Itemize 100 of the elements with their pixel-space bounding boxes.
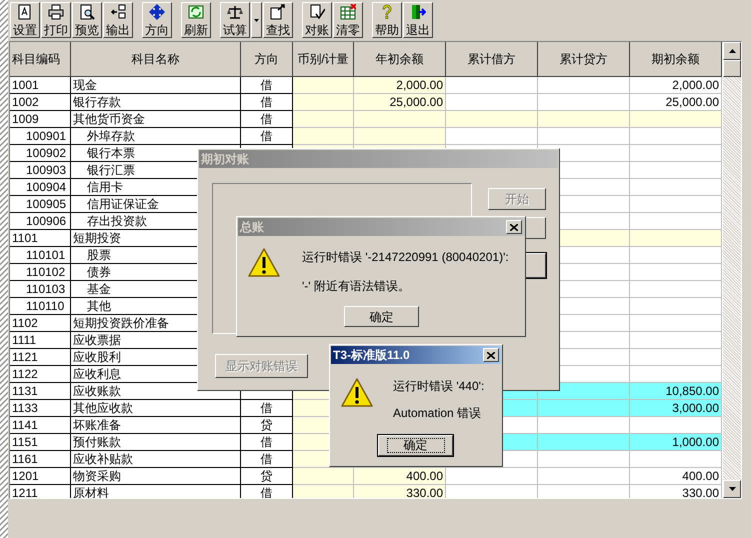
table-cell: 1122 (10, 366, 71, 383)
message-text: 运行时错误 '-2147220991 (80040201)': (302, 249, 509, 265)
table-cell: 1001 (10, 77, 71, 94)
table-cell (293, 94, 354, 111)
close-icon (487, 352, 495, 358)
table-cell: 1161 (10, 451, 71, 468)
message-text: Automation 错误 (393, 405, 482, 421)
dialog-title: 总账 (240, 219, 264, 236)
table-cell: 1131 (10, 383, 71, 400)
column-header[interactable]: 年初余额 (354, 42, 446, 77)
scroll-up-button[interactable] (723, 42, 741, 60)
toolbar-button[interactable]: 对账 (302, 2, 332, 38)
table-cell: 25,000.00 (630, 94, 722, 111)
table-cell: 借 (241, 434, 293, 451)
checklist-icon (309, 4, 325, 20)
table-cell: 借 (241, 77, 293, 94)
table-cell: 110103 (10, 281, 71, 298)
table-cell (293, 77, 354, 94)
table-cell: 100902 (10, 145, 71, 162)
close-button[interactable] (506, 220, 522, 234)
message-text: 运行时错误 '440': (393, 378, 484, 394)
table-cell: 3,000.00 (630, 400, 722, 417)
close-icon (510, 224, 518, 230)
table-cell: 100903 (10, 162, 71, 179)
table-cell: 外埠存款 (71, 128, 241, 145)
column-header[interactable]: 方向 (241, 42, 293, 77)
toolbar-button[interactable]: 试算 (220, 2, 250, 38)
table-cell: 预付账款 (71, 434, 241, 451)
table-cell: 10,850.00 (630, 383, 722, 400)
table-cell: 物资采购 (71, 468, 241, 485)
printer-icon (48, 4, 64, 20)
toolbar-button[interactable]: 输出 (103, 2, 133, 38)
table-cell: 2,000.00 (354, 77, 446, 94)
table-cell (293, 485, 354, 498)
column-header[interactable]: 累计贷方 (538, 42, 630, 77)
table-cell: 1201 (10, 468, 71, 485)
table-cell: 1211 (10, 485, 71, 498)
toolbar-button[interactable]: 查找 (263, 2, 293, 38)
up-arrow-icon (728, 49, 736, 53)
toolbar-button[interactable]: 刷新 (181, 2, 211, 38)
toolbar-button[interactable]: 帮助 (372, 2, 402, 38)
table-cell: 坏账准备 (71, 417, 241, 434)
down-arrow-icon (728, 487, 736, 491)
table-cell: 1,000.00 (630, 434, 722, 451)
toolbar-button[interactable]: 设置 (10, 2, 40, 38)
toolbar-button[interactable]: 方向 (142, 2, 172, 38)
column-header[interactable]: 科目编码 (10, 42, 71, 77)
table-cell: 贷 (241, 468, 293, 485)
table-cell: 借 (241, 111, 293, 128)
table-cell: 借 (241, 128, 293, 145)
caret-icon (254, 18, 259, 22)
toolbar-button[interactable]: 打印 (41, 2, 71, 38)
table-cell: 100905 (10, 196, 71, 213)
warning-icon (248, 248, 280, 278)
export-icon (110, 4, 126, 20)
table-cell: 其他货币资金 (71, 111, 241, 128)
table-cell: 现金 (71, 77, 241, 94)
document-icon (17, 4, 33, 20)
table-cell: 100904 (10, 179, 71, 196)
table-cell: 330.00 (354, 485, 446, 498)
balance-scale-icon (227, 4, 243, 20)
table-cell: 1009 (10, 111, 71, 128)
column-header[interactable]: 币别/计量 (293, 42, 354, 77)
preview-icon (79, 4, 95, 20)
toolbar-button[interactable]: 预览 (72, 2, 102, 38)
dialog-title: T3-标准版11.0 (333, 347, 410, 364)
grid-clear-icon (340, 4, 356, 20)
column-header[interactable]: 科目名称 (71, 42, 241, 77)
table-cell: 贷 (241, 417, 293, 434)
column-header[interactable]: 累计借方 (446, 42, 538, 77)
ok-button[interactable]: 确定 (344, 306, 419, 327)
table-cell (293, 128, 354, 145)
toolbar-button[interactable]: 退出 (403, 2, 433, 38)
table-cell: 1101 (10, 230, 71, 247)
search-icon (270, 4, 286, 20)
table-cell (293, 111, 354, 128)
table-cell: 25,000.00 (354, 94, 446, 111)
dropdown-button[interactable] (251, 2, 262, 38)
four-way-arrow-icon (149, 4, 165, 20)
close-button[interactable] (483, 348, 499, 362)
toolbar-button[interactable]: 清零 (333, 2, 363, 38)
table-cell: 银行存款 (71, 94, 241, 111)
table-cell: 1133 (10, 400, 71, 417)
exit-door-icon (410, 4, 426, 20)
scroll-down-button[interactable] (723, 480, 741, 498)
scroll-thumb[interactable] (723, 60, 741, 77)
table-cell: 100901 (10, 128, 71, 145)
refresh-icon (188, 4, 204, 20)
table-cell: 400.00 (354, 468, 446, 485)
table-cell: 借 (241, 451, 293, 468)
warning-icon (341, 378, 373, 408)
table-cell: 1121 (10, 349, 71, 366)
column-header[interactable]: 期初余额 (630, 42, 722, 77)
table-cell: 1002 (10, 94, 71, 111)
message-text: '-' 附近有语法错误。 (302, 278, 411, 294)
table-cell: 110101 (10, 247, 71, 264)
table-cell: 其他应收款 (71, 400, 241, 417)
table-cell: 1102 (10, 315, 71, 332)
ok-button[interactable]: 确定 (378, 435, 453, 456)
table-cell: 1111 (10, 332, 71, 349)
